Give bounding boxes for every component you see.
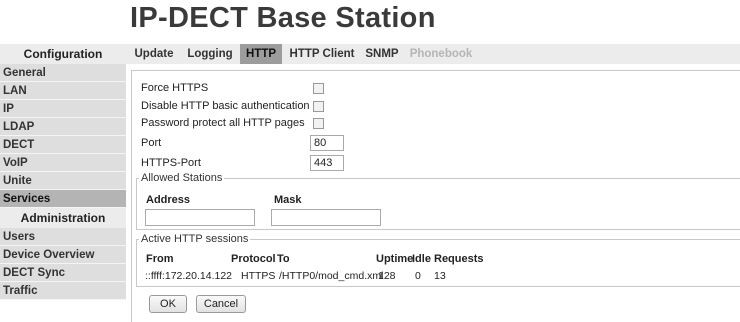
sidebar-item-dect[interactable]: DECT [0,136,126,154]
session-protocol: HTTPS [241,270,276,282]
col-requests: Requests [434,253,484,265]
port-label: Port [141,137,162,149]
sidebar-item-voip[interactable]: VoIP [0,154,126,172]
address-input[interactable] [145,209,255,226]
tab-update[interactable]: Update [130,44,178,64]
sidebar-item-services[interactable]: Services [0,190,126,208]
mask-header: Mask [274,194,302,206]
mask-input[interactable] [271,209,381,226]
https-port-label: HTTPS-Port [141,157,201,169]
sidebar-item-dect-sync[interactable]: DECT Sync [0,264,126,282]
sidebar-item-traffic[interactable]: Traffic [0,282,126,300]
col-from: From [146,253,174,265]
tab-logging[interactable]: Logging [182,44,238,64]
session-uptime: 128 [378,270,396,282]
tab-http[interactable]: HTTP [240,44,282,64]
sidebar-item-general[interactable]: General [0,64,126,82]
sidebar-item-ldap[interactable]: LDAP [0,118,126,136]
page-title: IP-DECT Base Station [130,2,436,34]
sidebar-item-users[interactable]: Users [0,228,126,246]
allowed-stations-legend: Allowed Stations [141,172,223,184]
password-protect-checkbox[interactable] [313,118,324,129]
tab-phonebook: Phonebook [409,48,473,60]
tab-bar: Update Logging HTTP HTTP Client SNMP Pho… [126,44,740,64]
sidebar-item-ip[interactable]: IP [0,100,126,118]
tab-http-client[interactable]: HTTP Client [284,44,360,64]
col-protocol: Protocol [231,253,276,265]
col-to: To [277,253,290,265]
session-requests: 13 [434,270,446,282]
disable-basic-auth-label: Disable HTTP basic authentication [141,100,310,112]
ok-button[interactable]: OK [149,295,187,313]
sidebar-item-lan[interactable]: LAN [0,82,126,100]
force-https-checkbox[interactable] [313,83,324,94]
col-idle: Idle [412,253,431,265]
col-uptime: Uptime [376,253,414,265]
port-input[interactable] [310,135,344,151]
force-https-label: Force HTTPS [141,82,209,94]
sidebar-item-device-overview[interactable]: Device Overview [0,246,126,264]
active-sessions-legend: Active HTTP sessions [141,233,249,245]
address-header: Address [146,194,191,206]
session-idle: 0 [415,270,421,282]
session-from: ::ffff:172.20.14.122 [145,270,232,282]
disable-basic-auth-checkbox[interactable] [313,101,324,112]
sidebar-item-unite[interactable]: Unite [0,172,126,190]
sidebar: Configuration General LAN IP LDAP DECT V… [0,44,126,300]
session-to: /HTTP0/mod_cmd.xml [279,270,384,282]
configuration-header: Configuration [0,44,126,64]
cancel-button[interactable]: Cancel [196,295,246,313]
https-port-input[interactable] [310,155,344,171]
administration-header: Administration [0,208,126,228]
tab-snmp[interactable]: SNMP [362,44,402,64]
password-protect-label: Password protect all HTTP pages [141,117,305,129]
